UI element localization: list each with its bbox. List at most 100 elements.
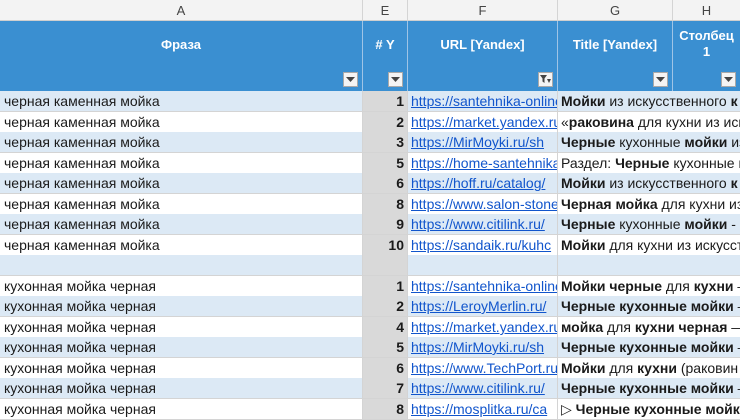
phrase-cell[interactable]: черная каменная мойка (0, 132, 363, 153)
title-cell[interactable]: Мойки для кухни из искусст (558, 235, 740, 256)
header-url: URL [Yandex] (408, 21, 558, 91)
spreadsheet-grid: A E F G H Фраза # Y URL [Yandex] Title [… (0, 0, 740, 420)
phrase-cell[interactable]: черная каменная мойка (0, 194, 363, 215)
title-cell[interactable]: «раковина для кухни из иск (558, 112, 740, 133)
position-cell[interactable]: 8 (363, 194, 408, 215)
url-link[interactable]: https://market.yandex.ru (408, 112, 558, 133)
position-cell[interactable]: 1 (363, 276, 408, 297)
url-link[interactable]: https://MirMoyki.ru/sh (408, 132, 558, 153)
title-fragment: кухонные (669, 155, 739, 171)
phrase-cell[interactable]: черная каменная мойка (0, 173, 363, 194)
title-cell[interactable] (558, 255, 740, 276)
url-link[interactable]: https://santehnika-online (408, 91, 558, 112)
url-link[interactable]: https://MirMoyki.ru/sh (408, 337, 558, 358)
title-cell[interactable]: мойка для кухни черная — (558, 317, 740, 338)
position-cell[interactable]: 8 (363, 399, 408, 420)
filter-dropdown-extra[interactable] (721, 72, 736, 87)
title-fragment: (раковин (676, 360, 739, 376)
chevron-down-icon (346, 76, 355, 82)
title-fragment: кухонные (615, 216, 685, 232)
url-link[interactable]: https://mosplitka.ru/ca (408, 399, 558, 420)
phrase-cell[interactable]: кухонная мойка черная (0, 317, 363, 338)
phrase-cell[interactable]: черная каменная мойка (0, 214, 363, 235)
filter-dropdown-pos[interactable] (388, 72, 403, 87)
position-cell[interactable]: 5 (363, 153, 408, 174)
title-cell[interactable]: Черные кухонные мойки - ц (558, 214, 740, 235)
chevron-down-icon (724, 76, 733, 82)
header-extra-label: Столбец 1 (679, 28, 734, 59)
position-cell[interactable]: 9 (363, 214, 408, 235)
header-title-label: Title [Yandex] (572, 37, 658, 52)
title-fragment: Мойки черные (561, 278, 662, 294)
title-cell[interactable]: Раздел: Черные кухонные м (558, 153, 740, 174)
phrase-cell[interactable] (0, 255, 363, 276)
url-link[interactable]: https://hoff.ru/catalog/ (408, 173, 558, 194)
title-cell[interactable]: Черные кухонные мойки – (558, 296, 740, 317)
title-fragment: к (730, 175, 738, 191)
title-cell[interactable]: Мойки из искусственного к (558, 91, 740, 112)
phrase-cell[interactable]: кухонная мойка черная (0, 337, 363, 358)
header-pos: # Y (363, 21, 408, 91)
title-fragment: из искусственного (605, 93, 731, 109)
title-fragment: мойки (684, 134, 728, 150)
title-fragment: Мойки (561, 360, 606, 376)
title-fragment: Мойки (561, 93, 606, 109)
position-cell[interactable]: 6 (363, 173, 408, 194)
url-link[interactable]: https://sandaik.ru/kuhc (408, 235, 558, 256)
header-extra: Столбец 1 (673, 21, 740, 91)
phrase-cell[interactable]: черная каменная мойка (0, 235, 363, 256)
url-link[interactable]: https://www.salon-stone (408, 194, 558, 215)
title-fragment: из искусственного (605, 175, 731, 191)
title-cell[interactable]: Черная мойка для кухни из (558, 194, 740, 215)
url-link[interactable]: https://home-santehnika (408, 153, 558, 174)
column-header-h[interactable]: H (673, 0, 740, 21)
title-cell[interactable]: ▷ Черные кухонные мойки (558, 399, 740, 420)
url-link[interactable]: https://www.TechPort.ru (408, 358, 558, 379)
chevron-down-icon (391, 76, 400, 82)
title-fragment: кухонные (615, 134, 685, 150)
phrase-cell[interactable]: черная каменная мойка (0, 91, 363, 112)
title-fragment: кухни (693, 278, 734, 294)
filter-dropdown-phrase[interactable] (343, 72, 358, 87)
column-header-g[interactable]: G (558, 0, 673, 21)
phrase-cell[interactable]: кухонная мойка черная (0, 399, 363, 420)
title-cell[interactable]: Мойки из искусственного к (558, 173, 740, 194)
position-cell[interactable]: 6 (363, 358, 408, 379)
title-fragment: для (662, 278, 694, 294)
position-cell[interactable]: 4 (363, 317, 408, 338)
position-cell[interactable]: 2 (363, 112, 408, 133)
position-cell[interactable]: 3 (363, 132, 408, 153)
phrase-cell[interactable]: черная каменная мойка (0, 112, 363, 133)
phrase-cell[interactable]: кухонная мойка черная (0, 358, 363, 379)
phrase-cell[interactable]: кухонная мойка черная (0, 276, 363, 297)
position-cell[interactable] (363, 255, 408, 276)
position-cell[interactable]: 5 (363, 337, 408, 358)
title-cell[interactable]: Черные кухонные мойки – (558, 378, 740, 399)
position-cell[interactable]: 2 (363, 296, 408, 317)
url-link[interactable]: https://LeroyMerlin.ru/ (408, 296, 558, 317)
url-link[interactable] (408, 255, 558, 276)
phrase-cell[interactable]: кухонная мойка черная (0, 296, 363, 317)
title-cell[interactable]: Черные кухонные мойки – (558, 337, 740, 358)
position-cell[interactable]: 1 (363, 91, 408, 112)
position-cell[interactable]: 10 (363, 235, 408, 256)
header-pos-label: # Y (375, 37, 395, 52)
url-link[interactable]: https://www.citilink.ru/ (408, 214, 558, 235)
url-link[interactable]: https://market.yandex.ru (408, 317, 558, 338)
filter-active-url[interactable] (538, 72, 553, 87)
phrase-cell[interactable]: кухонная мойка черная (0, 378, 363, 399)
filter-dropdown-title[interactable] (653, 72, 668, 87)
title-cell[interactable]: Черные кухонные мойки из (558, 132, 740, 153)
title-cell[interactable]: Мойки для кухни (раковин (558, 358, 740, 379)
phrase-cell[interactable]: черная каменная мойка (0, 153, 363, 174)
position-cell[interactable]: 7 (363, 378, 408, 399)
title-fragment: кухни (637, 360, 677, 376)
title-fragment: « (561, 114, 569, 130)
column-header-a[interactable]: A (0, 0, 363, 21)
title-cell[interactable]: Мойки черные для кухни – (558, 276, 740, 297)
title-fragment: раковина (568, 114, 634, 130)
url-link[interactable]: https://santehnika-online (408, 276, 558, 297)
url-link[interactable]: https://www.citilink.ru/ (408, 378, 558, 399)
column-header-f[interactable]: F (408, 0, 558, 21)
column-header-e[interactable]: E (363, 0, 408, 21)
